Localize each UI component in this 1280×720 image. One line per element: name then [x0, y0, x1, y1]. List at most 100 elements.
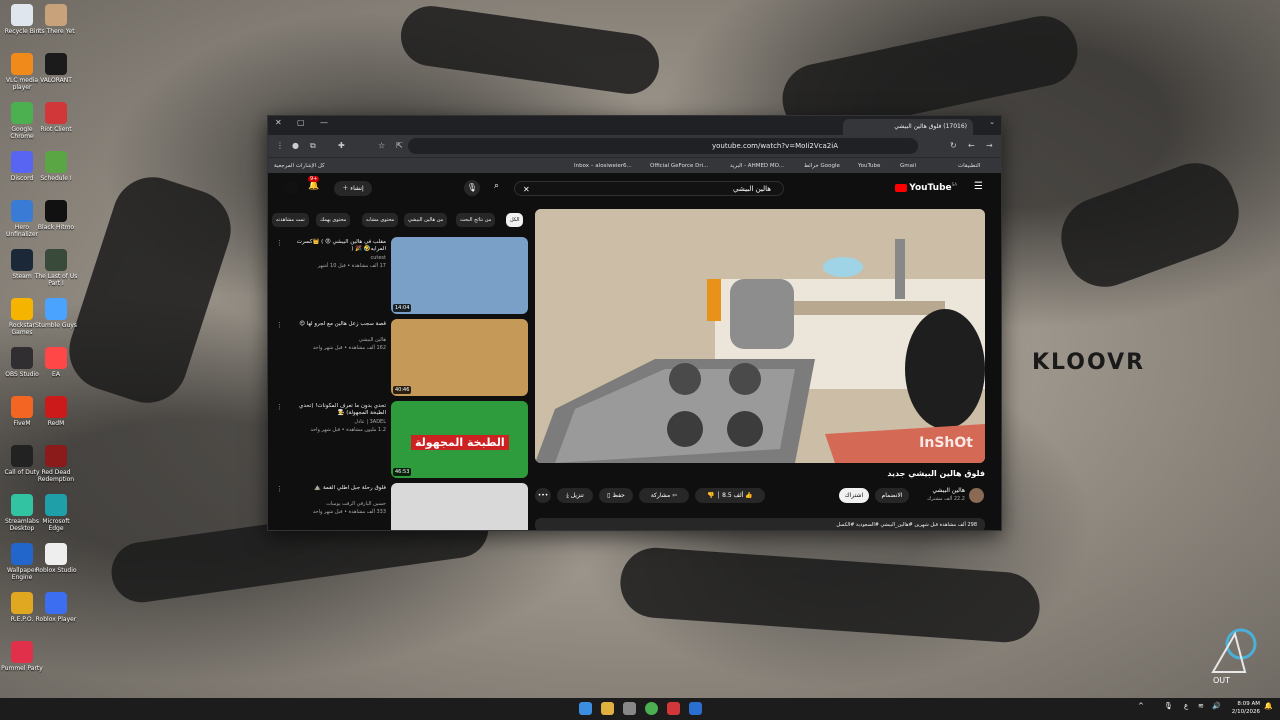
- channel-avatar[interactable]: [969, 488, 984, 503]
- windows-start-icon[interactable]: [579, 702, 592, 715]
- chip-from-channel[interactable]: من هالين البيشي: [404, 213, 448, 227]
- desktop-icon[interactable]: Red Dead Redemption: [34, 445, 78, 483]
- desktop-icon[interactable]: Pummel Party: [0, 641, 44, 672]
- share-button[interactable]: مشاركة ⇦: [639, 488, 689, 503]
- recommendation-channel[interactable]: 3ADEL | عادل: [286, 419, 386, 425]
- save-button[interactable]: ▯ حفظ: [599, 488, 633, 503]
- bookmark-geforce[interactable]: Official GeForce Dri...: [650, 158, 708, 174]
- settings-gear-icon[interactable]: [623, 702, 636, 715]
- recommendation-item[interactable]: 14:04 مقلب في هالين البيشي 😡 ) 👑كسرت المر…: [268, 237, 530, 315]
- keyboard-lang-icon[interactable]: ع: [1184, 702, 1188, 710]
- download-button[interactable]: ⤓ تنزيل: [557, 488, 593, 503]
- chip-all[interactable]: الكل: [506, 213, 524, 227]
- bookmark-apps[interactable]: التطبيقات: [958, 158, 980, 174]
- video-thumbnail[interactable]: 14:04: [391, 237, 528, 314]
- system-clock[interactable]: 8:09 AM 2/10/2026: [1232, 700, 1260, 716]
- recommendation-item[interactable]: 40:46 قصة سجب زعل هالين مع لجرو لها 😍 هالي…: [268, 319, 530, 397]
- desktop-icon[interactable]: Black Hitmo: [34, 200, 78, 231]
- bookmark-mail[interactable]: البريد - AHMED MO...: [730, 158, 784, 174]
- search-input[interactable]: هالين البيشي ✕: [514, 181, 784, 196]
- notifications-bell-icon[interactable]: 🔔: [308, 181, 319, 191]
- voice-search-icon[interactable]: 🎙: [464, 180, 480, 196]
- menu-icon[interactable]: ☰: [974, 181, 983, 192]
- file-explorer-icon[interactable]: [601, 702, 614, 715]
- maximize-icon[interactable]: ▢: [297, 118, 305, 127]
- desktop-icon[interactable]: Roblox Studio: [34, 543, 78, 574]
- more-options-icon[interactable]: ⋮: [276, 485, 283, 493]
- channel-name[interactable]: هالين البيشي: [915, 487, 965, 494]
- search-icon[interactable]: ⌕: [494, 181, 499, 191]
- desktop-icon[interactable]: Riot Client: [34, 102, 78, 133]
- close-window-icon[interactable]: ✕: [275, 118, 282, 127]
- tab-search-icon[interactable]: ⌄: [989, 118, 995, 126]
- chrome-icon[interactable]: [645, 702, 658, 715]
- desktop-icon[interactable]: Roblox Player: [34, 592, 78, 623]
- chip-for-you[interactable]: محتوى يهمك: [316, 213, 351, 227]
- tab-youtube[interactable]: (17016) فلوق هالين البيشي: [843, 119, 973, 135]
- app-icon: [45, 53, 67, 75]
- bookmark-all[interactable]: كل الإشارات المرجعية: [274, 158, 325, 174]
- minimize-icon[interactable]: —: [320, 118, 328, 127]
- volume-icon[interactable]: 🔊: [1212, 702, 1221, 710]
- join-button[interactable]: الانضمام: [875, 488, 909, 503]
- video-thumbnail[interactable]: [391, 483, 528, 530]
- chip-watched[interactable]: تمت مشاهدته: [272, 213, 309, 227]
- desktop-icon[interactable]: RedM: [34, 396, 78, 427]
- video-thumbnail[interactable]: الطبخة المجهولة 46:53: [391, 401, 528, 478]
- more-options-icon[interactable]: ⋮: [276, 321, 283, 329]
- forward-icon[interactable]: ←: [968, 135, 975, 157]
- dislike-icon[interactable]: 👎 │: [707, 492, 722, 499]
- app-icon[interactable]: [689, 702, 702, 715]
- recommendation-channel[interactable]: هالين البيشي: [286, 337, 386, 343]
- desktop-icon[interactable]: VALORANT: [34, 53, 78, 84]
- bookmark-youtube[interactable]: YouTube: [858, 158, 880, 174]
- extensions-icon[interactable]: ⧉: [310, 135, 316, 157]
- clear-search-icon[interactable]: ✕: [523, 182, 530, 197]
- recommendation-title[interactable]: قصة سجب زعل هالين مع لجرو لها 😍: [286, 321, 386, 328]
- profile-avatar-icon[interactable]: ●: [292, 135, 299, 157]
- like-count[interactable]: 8.5 ألف: [722, 492, 743, 499]
- recommendation-item[interactable]: الطبخة المجهولة 46:53 تحدي بدون ما تعرف ال…: [268, 401, 530, 479]
- more-options-icon[interactable]: ⋮: [276, 239, 283, 247]
- side-panel-icon[interactable]: ⋮: [276, 135, 284, 157]
- recommendation-title[interactable]: تحدي بدون ما تعرف المكونات! (تحدي الطبخة…: [286, 403, 386, 417]
- puzzle-icon[interactable]: ✚: [338, 135, 345, 157]
- video-thumbnail[interactable]: 40:46: [391, 319, 528, 396]
- chip-from-search[interactable]: من نتائج البحث: [456, 213, 496, 227]
- account-avatar[interactable]: [284, 181, 298, 195]
- desktop-icon[interactable]: EA: [34, 347, 78, 378]
- desktop-icon[interactable]: The Last of Us Part I: [34, 249, 78, 287]
- recommendation-title[interactable]: فلوق رحلة جبل اطلي القمة ⛰️: [286, 485, 386, 492]
- install-app-icon[interactable]: ⇱: [396, 135, 403, 157]
- notification-icon[interactable]: 🔔: [1264, 702, 1273, 710]
- desktop-icon[interactable]: Schedule I: [34, 151, 78, 182]
- recommendation-title[interactable]: مقلب في هالين البيشي 😡 ) 👑كسرت المرايه🤣 …: [286, 239, 386, 253]
- chip-similar[interactable]: محتوى مشابه: [362, 213, 399, 227]
- bookmark-inbox[interactable]: Inbox – alosiweier6...: [574, 158, 632, 174]
- mic-icon[interactable]: 🎙: [1164, 702, 1173, 710]
- video-description[interactable]: 298 ألف مشاهدة قبل شهرين #هالين_البيشي #…: [535, 518, 985, 530]
- youtube-logo[interactable]: YouTubeSA: [895, 182, 957, 193]
- bookmark-maps[interactable]: خرائط Google: [804, 158, 840, 174]
- tray-chevron-icon[interactable]: ^: [1138, 702, 1144, 710]
- address-bar[interactable]: youtube.com/watch?v=MoIi2Vca2iA: [408, 138, 918, 154]
- like-icon[interactable]: 👍: [743, 492, 752, 499]
- reload-icon[interactable]: ↻: [950, 135, 957, 157]
- desktop-icon[interactable]: Its There Yet: [34, 4, 78, 35]
- wifi-icon[interactable]: ≋: [1198, 702, 1204, 710]
- corner-logo: OUT: [1205, 620, 1271, 686]
- more-options-icon[interactable]: ⋮: [276, 403, 283, 411]
- create-button[interactable]: ＋ إنشاء: [334, 181, 372, 196]
- riot-client-icon[interactable]: [667, 702, 680, 715]
- desktop-icon[interactable]: Microsoft Edge: [34, 494, 78, 532]
- desktop-icon[interactable]: Stumble Guys: [34, 298, 78, 329]
- back-icon[interactable]: →: [986, 135, 993, 157]
- recommendation-channel[interactable]: حسين البارقي الرقت يوميات: [286, 501, 386, 507]
- video-player[interactable]: InShOt: [535, 209, 985, 463]
- bookmark-star-icon[interactable]: ☆: [378, 135, 385, 157]
- subscribe-button[interactable]: اشتراك: [839, 488, 869, 503]
- recommendation-channel[interactable]: cutest: [286, 255, 386, 261]
- bookmark-gmail[interactable]: Gmail: [900, 158, 916, 174]
- recommendation-item[interactable]: فلوق رحلة جبل اطلي القمة ⛰️ حسين البارقي …: [268, 483, 530, 530]
- more-actions-icon[interactable]: •••: [535, 488, 551, 503]
